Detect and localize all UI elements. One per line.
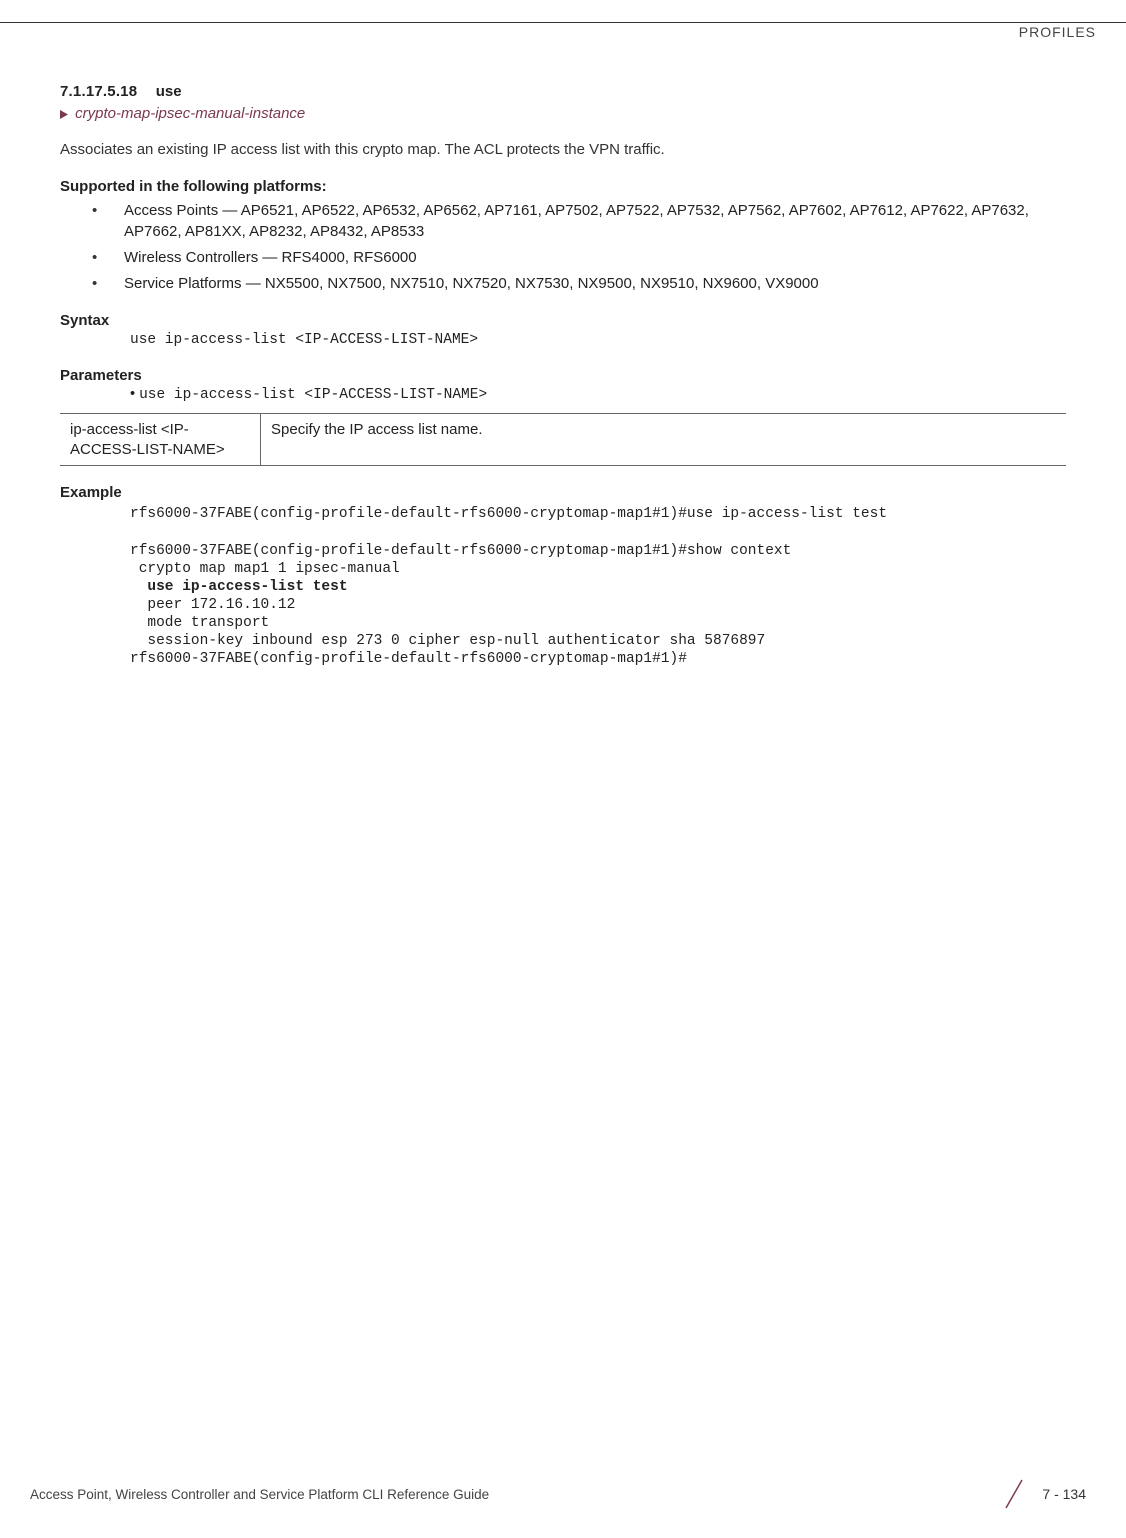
- section-title: use: [156, 83, 182, 100]
- supported-heading: Supported in the following platforms:: [60, 178, 1066, 195]
- example-heading: Example: [60, 484, 1066, 501]
- platform-list: Access Points — AP6521, AP6522, AP6532, …: [60, 201, 1066, 294]
- parameters-bullet: use ip-access-list <IP-ACCESS-LIST-NAME>: [130, 386, 1066, 403]
- code-line: rfs6000-37FABE(config-profile-default-rf…: [130, 543, 791, 559]
- code-line: crypto map map1 1 ipsec-manual: [130, 561, 400, 577]
- table-row: ip-access-list <IP-ACCESS-LIST-NAME> Spe…: [60, 414, 1066, 466]
- syntax-code: use ip-access-list <IP-ACCESS-LIST-NAME>: [130, 331, 1066, 349]
- example-code: rfs6000-37FABE(config-profile-default-rf…: [130, 505, 1066, 668]
- code-line-bold: use ip-access-list test: [130, 579, 348, 595]
- code-line: rfs6000-37FABE(config-profile-default-rf…: [130, 651, 687, 667]
- page-number: 7 - 134: [1042, 1486, 1086, 1502]
- section-number: 7.1.17.5.18: [60, 83, 137, 100]
- code-line: peer 172.16.10.12: [130, 597, 295, 613]
- breadcrumb: crypto-map-ipsec-manual-instance: [60, 105, 1066, 122]
- footer-title: Access Point, Wireless Controller and Se…: [30, 1487, 489, 1502]
- footer-right: 7 - 134: [1000, 1476, 1086, 1512]
- header-category: PROFILES: [1019, 24, 1096, 40]
- intro-paragraph: Associates an existing IP access list wi…: [60, 140, 1066, 160]
- breadcrumb-text: crypto-map-ipsec-manual-instance: [75, 105, 305, 122]
- list-item: Access Points — AP6521, AP6522, AP6532, …: [92, 201, 1066, 242]
- syntax-heading: Syntax: [60, 312, 1066, 329]
- parameters-heading: Parameters: [60, 367, 1066, 384]
- code-line: rfs6000-37FABE(config-profile-default-rf…: [130, 506, 887, 522]
- param-key: ip-access-list <IP-ACCESS-LIST-NAME>: [60, 414, 261, 466]
- right-triangle-icon: [60, 110, 69, 119]
- code-line: session-key inbound esp 273 0 cipher esp…: [130, 633, 765, 649]
- section-heading: 7.1.17.5.18 use: [60, 83, 1066, 101]
- parameters-table: ip-access-list <IP-ACCESS-LIST-NAME> Spe…: [60, 413, 1066, 466]
- list-item: Wireless Controllers — RFS4000, RFS6000: [92, 248, 1066, 268]
- slash-icon: [1000, 1476, 1028, 1512]
- page-content: 7.1.17.5.18 use crypto-map-ipsec-manual-…: [0, 23, 1126, 669]
- param-desc: Specify the IP access list name.: [261, 414, 1067, 466]
- footer: Access Point, Wireless Controller and Se…: [0, 1476, 1126, 1512]
- code-line: mode transport: [130, 615, 269, 631]
- list-item: Service Platforms — NX5500, NX7500, NX75…: [92, 274, 1066, 294]
